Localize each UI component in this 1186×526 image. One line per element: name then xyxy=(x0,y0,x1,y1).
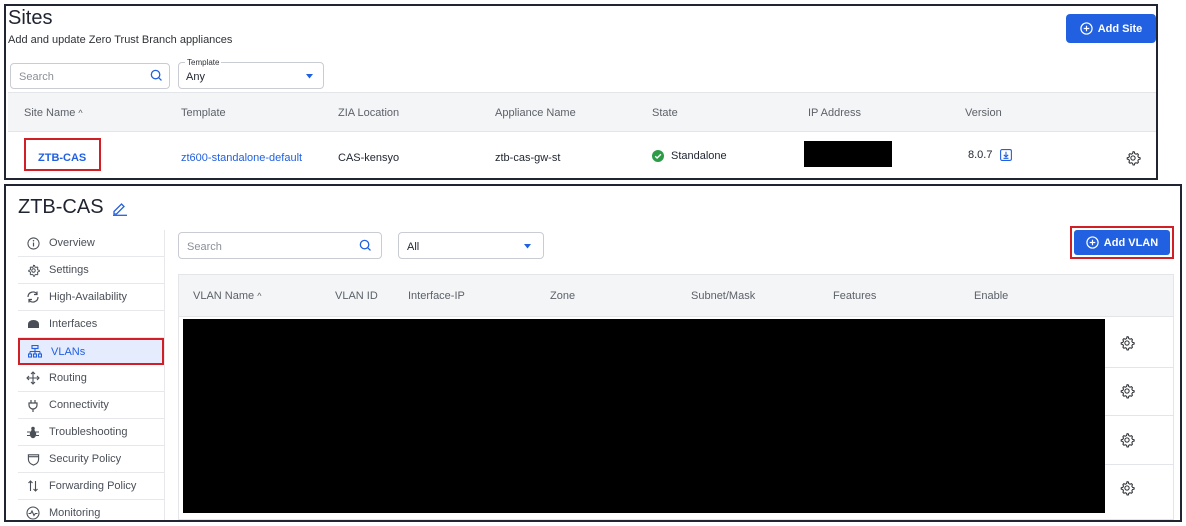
arrows-icon xyxy=(26,480,40,492)
sites-table-header: Site Name ^ Template ZIA Location Applia… xyxy=(8,92,1156,132)
vlan-table-header: VLAN Name ^ VLAN ID Interface-IP Zone Su… xyxy=(179,275,1173,317)
edit-icon[interactable] xyxy=(112,200,128,216)
move-icon xyxy=(26,371,40,385)
vlan-search-input[interactable]: Search xyxy=(178,232,382,259)
sidebar-item-settings[interactable]: Settings xyxy=(18,257,164,284)
sidebar-item-routing[interactable]: Routing xyxy=(18,365,164,392)
site-title-text: ZTB-CAS xyxy=(18,196,104,218)
sync-icon xyxy=(26,291,40,303)
row-divider xyxy=(1105,415,1173,416)
search-icon[interactable] xyxy=(358,238,373,253)
search-icon[interactable] xyxy=(149,68,164,83)
column-subnet-mask[interactable]: Subnet/Mask xyxy=(691,290,755,302)
zia-location-cell: CAS-kensyo xyxy=(338,152,400,164)
vlan-filter-value: All xyxy=(407,241,420,253)
gear-icon[interactable] xyxy=(1119,432,1135,448)
gear-icon xyxy=(26,264,40,277)
add-vlan-label: Add VLAN xyxy=(1103,236,1159,249)
gear-icon[interactable] xyxy=(1119,480,1135,496)
bug-icon xyxy=(26,426,40,439)
template-select-label: Template xyxy=(185,58,222,67)
gear-icon[interactable] xyxy=(1125,150,1141,166)
column-state[interactable]: State xyxy=(652,107,678,119)
site-name-link[interactable]: ZTB-CAS xyxy=(24,138,101,171)
plug-icon xyxy=(26,399,40,412)
interface-icon xyxy=(26,319,40,329)
sidebar-item-forwarding-policy[interactable]: Forwarding Policy xyxy=(18,473,164,500)
monitor-icon xyxy=(26,506,40,520)
sidebar-divider xyxy=(164,230,165,520)
add-vlan-button[interactable]: Add VLAN xyxy=(1074,230,1170,255)
search-placeholder: Search xyxy=(187,241,222,253)
column-zone[interactable]: Zone xyxy=(550,290,575,302)
sidebar-item-monitoring[interactable]: Monitoring xyxy=(18,500,164,520)
column-enable[interactable]: Enable xyxy=(974,290,1008,302)
gear-icon[interactable] xyxy=(1119,383,1135,399)
caret-down-icon xyxy=(306,74,313,79)
column-vlan-name[interactable]: VLAN Name ^ xyxy=(193,290,261,302)
sidebar-item-vlans[interactable]: VLANs xyxy=(18,338,164,365)
info-icon xyxy=(26,236,40,250)
search-placeholder: Search xyxy=(19,71,54,83)
network-icon xyxy=(28,345,42,358)
table-row: ZTB-CAS zt600-standalone-default CAS-ken… xyxy=(8,133,1156,177)
column-zia-location[interactable]: ZIA Location xyxy=(338,107,399,119)
sites-panel: Sites Add and update Zero Trust Branch a… xyxy=(4,4,1158,180)
download-icon[interactable] xyxy=(1000,149,1013,161)
column-template[interactable]: Template xyxy=(181,107,226,119)
sidebar-item-interfaces[interactable]: Interfaces xyxy=(18,311,164,338)
plus-circle-icon xyxy=(1080,22,1093,35)
check-circle-icon xyxy=(652,150,664,162)
sidebar: Overview Settings High-Availability Inte… xyxy=(18,230,164,520)
sidebar-item-high-availability[interactable]: High-Availability xyxy=(18,284,164,311)
row-divider xyxy=(1105,367,1173,368)
vlan-rows-redacted xyxy=(183,319,1105,513)
plus-circle-icon xyxy=(1086,236,1099,249)
sidebar-item-overview[interactable]: Overview xyxy=(18,230,164,257)
column-vlan-id[interactable]: VLAN ID xyxy=(335,290,378,302)
ip-address-redacted xyxy=(804,141,892,167)
shield-icon xyxy=(26,453,40,466)
column-interface-ip[interactable]: Interface-IP xyxy=(408,290,465,302)
site-detail-panel: ZTB-CAS Overview Settings High-Availabil… xyxy=(4,184,1182,522)
gear-icon[interactable] xyxy=(1119,335,1135,351)
page-subtitle: Add and update Zero Trust Branch applian… xyxy=(8,34,233,46)
column-features[interactable]: Features xyxy=(833,290,876,302)
add-site-button[interactable]: Add Site xyxy=(1066,14,1156,43)
template-select-value: Any xyxy=(186,71,205,83)
state-cell: Standalone xyxy=(652,150,727,162)
version-cell: 8.0.7 xyxy=(968,149,1013,161)
state-label: Standalone xyxy=(671,150,727,162)
page-title: Sites xyxy=(8,7,53,29)
add-site-label: Add Site xyxy=(1097,22,1143,35)
column-appliance-name[interactable]: Appliance Name xyxy=(495,107,576,119)
column-site-name[interactable]: Site Name ^ xyxy=(24,107,83,119)
caret-down-icon xyxy=(524,244,531,249)
site-title: ZTB-CAS xyxy=(18,196,128,219)
column-version[interactable]: Version xyxy=(965,107,1002,119)
template-select[interactable]: Template Any xyxy=(178,58,324,89)
add-vlan-highlight: Add VLAN xyxy=(1070,226,1174,259)
column-ip-address[interactable]: IP Address xyxy=(808,107,861,119)
vlan-table: VLAN Name ^ VLAN ID Interface-IP Zone Su… xyxy=(178,274,1174,520)
vlan-filter-select[interactable]: All xyxy=(398,232,544,259)
version-label: 8.0.7 xyxy=(968,149,993,161)
sidebar-item-security-policy[interactable]: Security Policy xyxy=(18,446,164,473)
sidebar-item-troubleshooting[interactable]: Troubleshooting xyxy=(18,419,164,446)
sites-search-input[interactable]: Search xyxy=(10,63,170,89)
appliance-name-cell: ztb-cas-gw-st xyxy=(495,152,561,164)
row-divider xyxy=(1105,464,1173,465)
template-link[interactable]: zt600-standalone-default xyxy=(181,152,302,164)
sidebar-item-connectivity[interactable]: Connectivity xyxy=(18,392,164,419)
